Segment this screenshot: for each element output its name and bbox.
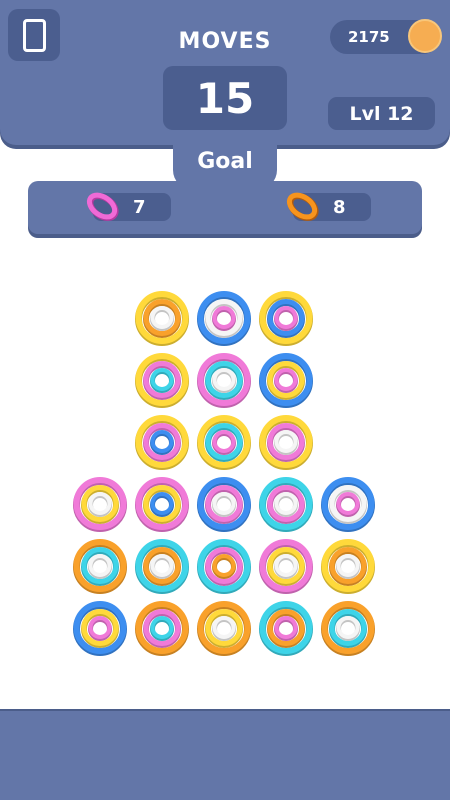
coins-value: 2175 <box>348 28 390 46</box>
moves-value: 15 <box>195 73 255 123</box>
ring-stack-r3-c1[interactable] <box>134 414 190 470</box>
ring-stack-graphic <box>321 539 375 594</box>
ring-stack-r6-c5[interactable] <box>320 600 376 656</box>
ring-stack-graphic <box>73 601 127 656</box>
ring-stack-graphic <box>135 539 189 594</box>
ring-stack-r2-c1[interactable] <box>134 352 190 408</box>
ring-stack-graphic <box>259 539 313 594</box>
game-board <box>0 260 450 700</box>
ring-stack-graphic <box>135 291 189 346</box>
top-header-panel: MOVES 15 2175 Lvl 12 <box>0 0 450 145</box>
ring-stack-r5-c5[interactable] <box>320 538 376 594</box>
ring-stack-graphic <box>73 477 127 532</box>
ring-stack-r3-c3[interactable] <box>258 414 314 470</box>
pink-ring-icon <box>86 192 119 221</box>
ring-stack-r1-c2[interactable] <box>196 290 252 346</box>
ring-stack-r6-c2[interactable] <box>134 600 190 656</box>
ring-stack-r1-c1[interactable] <box>134 290 190 346</box>
ring-stack-r4-c5[interactable] <box>320 476 376 532</box>
goal-item-pink: 7 <box>86 192 171 221</box>
ring-stack-graphic <box>197 601 251 656</box>
goal-count-pink: 7 <box>133 197 146 218</box>
ring-stack-r2-c3[interactable] <box>258 352 314 408</box>
ring-stack-r1-c3[interactable] <box>258 290 314 346</box>
ring-stack-r5-c2[interactable] <box>134 538 190 594</box>
goal-count-orange: 8 <box>333 197 346 218</box>
ring-stack-graphic <box>135 353 189 408</box>
ring-stack-graphic <box>135 601 189 656</box>
ring-stack-graphic <box>259 415 313 470</box>
goal-panel: 7 8 <box>28 181 422 234</box>
ring-stack-graphic <box>197 539 251 594</box>
ring-stack-graphic <box>321 601 375 656</box>
ring-stack-graphic <box>197 353 251 408</box>
level-indicator: Lvl 12 <box>328 97 435 130</box>
ring-stack-r4-c4[interactable] <box>258 476 314 532</box>
ring-stack-graphic <box>197 415 251 470</box>
coin-icon <box>408 19 442 53</box>
ring-stack-r4-c2[interactable] <box>134 476 190 532</box>
ring-stack-graphic <box>197 477 251 532</box>
ring-stack-graphic <box>259 601 313 656</box>
ring-stack-r6-c3[interactable] <box>196 600 252 656</box>
ring-stack-r4-c1[interactable] <box>72 476 128 532</box>
ring-stack-r4-c3[interactable] <box>196 476 252 532</box>
ring-stack-graphic <box>259 353 313 408</box>
ring-stack-graphic <box>321 477 375 532</box>
ring-stack-r6-c4[interactable] <box>258 600 314 656</box>
ring-stack-graphic <box>197 291 251 346</box>
orange-ring-icon <box>286 192 319 221</box>
ring-stack-r2-c2[interactable] <box>196 352 252 408</box>
ring-stack-r5-c4[interactable] <box>258 538 314 594</box>
ring-stack-graphic <box>259 291 313 346</box>
ring-stack-r5-c1[interactable] <box>72 538 128 594</box>
goal-label: Goal <box>197 149 253 174</box>
goal-item-orange: 8 <box>286 192 371 221</box>
ring-stack-graphic <box>73 539 127 594</box>
ring-stack-graphic <box>259 477 313 532</box>
ring-stack-graphic <box>135 477 189 532</box>
moves-counter: 15 <box>163 66 287 130</box>
ring-stack-r6-c1[interactable] <box>72 600 128 656</box>
bottom-bar <box>0 709 450 800</box>
coins-display: 2175 <box>330 19 442 54</box>
ring-stack-r5-c3[interactable] <box>196 538 252 594</box>
ring-stack-r3-c2[interactable] <box>196 414 252 470</box>
ring-stack-graphic <box>135 415 189 470</box>
